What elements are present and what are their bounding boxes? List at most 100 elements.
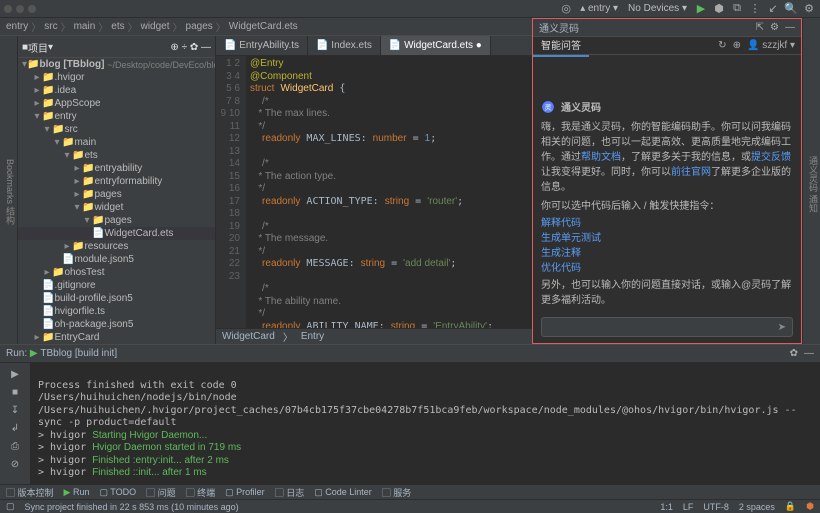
assistant-brand: 灵 通义灵码	[541, 99, 793, 114]
run-label: Run:	[6, 348, 27, 359]
tree-node[interactable]: ▸📁 .idea	[18, 84, 215, 97]
status-bar: ▢ Sync project finished in 22 s 853 ms (…	[0, 499, 820, 513]
assistant-quick-link[interactable]: 优化代码	[541, 259, 793, 274]
editor-tab[interactable]: 📄 EntryAbility.ts	[216, 36, 308, 55]
readonly-icon[interactable]: 🔒	[785, 501, 796, 512]
debug-icon[interactable]: ⬢	[712, 2, 726, 16]
toolstrip-item[interactable]: ▢ 问题	[146, 486, 176, 499]
line-ending[interactable]: LF	[683, 502, 694, 512]
sync-icon: ▢	[6, 501, 15, 512]
device-selector[interactable]: No Devices ▾	[625, 2, 690, 15]
tree-node[interactable]: 📄 oh-package.json5	[18, 318, 215, 331]
tree-node[interactable]: ▾📁 src	[18, 123, 215, 136]
bottom-toolstrip: ▢ 版本控制 ▶ Run ▢ TODO ▢ 问题 ▢ 终端 ▢ Profiler ▢ 日志 ▢…	[0, 484, 820, 499]
run-settings-icon[interactable]: ✿	[790, 348, 798, 359]
crumb[interactable]: widget	[141, 21, 170, 32]
toolstrip-item[interactable]: ▶ Run	[64, 487, 90, 498]
run-output[interactable]: Process finished with exit code 0 /Users…	[30, 363, 820, 484]
caret-position[interactable]: 1:1	[660, 502, 673, 512]
new-chat-icon[interactable]: ⊕	[733, 40, 741, 51]
minimize-icon[interactable]: —	[785, 22, 795, 33]
indent[interactable]: 2 spaces	[739, 502, 775, 512]
rerun-icon[interactable]: ▶	[8, 367, 22, 381]
toolstrip-item[interactable]: ▢ 日志	[275, 486, 305, 499]
assistant-body: 灵 通义灵码 嗨，我是通义灵码，你的智能编码助手。你可以问我编码相关的问题，也可…	[533, 55, 801, 311]
tree-node[interactable]: ▸📁 entryformability	[18, 175, 215, 188]
encoding[interactable]: UTF-8	[703, 502, 729, 512]
crumb[interactable]: pages	[186, 21, 213, 32]
tree-node[interactable]: ▸📁 entryability	[18, 162, 215, 175]
tree-node[interactable]: ▾📁 pages	[18, 214, 215, 227]
tree-node[interactable]: ▸📁 pages	[18, 188, 215, 201]
wrap-icon[interactable]: ↲	[8, 421, 22, 435]
send-icon[interactable]: ➤	[778, 322, 786, 333]
assistant-tab-chat[interactable]: 智能问答	[533, 34, 589, 57]
tree-node[interactable]: ▸📁 AppScope	[18, 97, 215, 110]
brand-icon: 灵	[541, 100, 555, 114]
crumb[interactable]: WidgetCard.ets	[229, 21, 298, 32]
tree-node[interactable]: ▾📁 ets	[18, 149, 215, 162]
tree-node[interactable]: ▸📁 .hvigor	[18, 71, 215, 84]
tree-node[interactable]: 📄 WidgetCard.ets	[18, 227, 215, 240]
toolstrip-item[interactable]: ▢ Code Linter	[314, 487, 372, 498]
feedback-link[interactable]: 提交反馈	[751, 152, 791, 163]
vcs-icon[interactable]: ↙	[766, 2, 780, 16]
right-gutter[interactable]: 通义灵码 通知	[802, 18, 820, 344]
scroll-icon[interactable]: ↧	[8, 403, 22, 417]
window-controls[interactable]	[4, 5, 36, 13]
notif-icon[interactable]: ⬢	[806, 501, 814, 512]
print-icon[interactable]: ⎙	[8, 439, 22, 453]
assistant-footer: 另外，也可以输入你的问题直接对话，或输入@灵码了解更多福利活动。	[541, 278, 793, 308]
editor-tab[interactable]: 📄 WidgetCard.ets ●	[381, 36, 491, 55]
toolstrip-item[interactable]: ▢ 终端	[186, 486, 216, 499]
project-panel-header[interactable]: ■ 项目 ▾⊕ ÷ ✿ —	[18, 38, 215, 58]
assistant-quick-link[interactable]: 生成单元测试	[541, 229, 793, 244]
toolstrip-item[interactable]: ▢ 服务	[382, 486, 412, 499]
history-icon[interactable]: ↻	[718, 40, 726, 51]
crumb[interactable]: main	[74, 21, 96, 32]
target-icon[interactable]: ◎	[559, 2, 573, 16]
line-numbers: 1 2 3 4 5 6 7 8 9 10 11 12 13 14 15 16 1…	[216, 56, 246, 328]
profile-icon[interactable]: ⧉	[730, 2, 744, 16]
tree-node[interactable]: 📄 hvigorfile.ts	[18, 305, 215, 318]
run-hide-icon[interactable]: —	[804, 348, 814, 359]
help-link[interactable]: 帮助文档	[581, 152, 621, 163]
tree-root[interactable]: ▾📁 blog [TBblog] ~/Desktop/code/DevEco/b…	[18, 58, 215, 71]
assistant-quick-link[interactable]: 生成注释	[541, 244, 793, 259]
tree-node[interactable]: ▸📁 resources	[18, 240, 215, 253]
tree-node[interactable]: 📄 build-profile.json5	[18, 292, 215, 305]
gear-icon[interactable]: ⚙	[802, 2, 816, 16]
open-icon[interactable]: ⇱	[756, 22, 764, 33]
run-icon[interactable]: ▶	[694, 2, 708, 16]
editor-tab[interactable]: 📄 Index.ets	[308, 36, 381, 55]
search-icon[interactable]: 🔍	[784, 2, 798, 16]
toolstrip-item[interactable]: ▢ 版本控制	[6, 486, 54, 499]
assistant-quick-link[interactable]: 解释代码	[541, 214, 793, 229]
assistant-title: 通义灵码	[539, 20, 579, 35]
tree-node[interactable]: ▾📁 entry	[18, 110, 215, 123]
toolstrip-item[interactable]: ▢ Profiler	[225, 487, 265, 498]
stop-icon[interactable]: ■	[8, 385, 22, 399]
run-status-icon: ▶	[30, 348, 38, 359]
clear-icon[interactable]: ⊘	[8, 457, 22, 471]
assistant-tip: 你可以选中代码后输入 / 触发快捷指令：	[541, 199, 793, 214]
left-gutter[interactable]: Bookmarks 结构	[0, 36, 18, 344]
assistant-input[interactable]: ➤	[541, 317, 793, 337]
project-sidebar: Bookmarks 结构 ■ 项目 ▾⊕ ÷ ✿ — ▾📁 blog [TBbl…	[0, 36, 216, 344]
settings-icon[interactable]: ⚙	[770, 22, 779, 33]
crumb[interactable]: ets	[111, 21, 124, 32]
user-badge[interactable]: 👤 szzjkf ▾	[747, 40, 795, 51]
tree-node[interactable]: ▾📁 main	[18, 136, 215, 149]
site-link[interactable]: 前往官网	[671, 167, 711, 178]
more-icon[interactable]: ⋮	[748, 2, 762, 16]
tree-node[interactable]: 📄 module.json5	[18, 253, 215, 266]
crumb[interactable]: src	[44, 21, 57, 32]
crumb[interactable]: entry	[6, 21, 28, 32]
tree-node[interactable]: ▸📁 ohosTest	[18, 266, 215, 279]
toolstrip-item[interactable]: ▢ TODO	[99, 487, 136, 498]
run-config[interactable]: TBblog [build init]	[40, 348, 117, 359]
tree-node[interactable]: ▸📁 EntryCard	[18, 331, 215, 344]
tree-node[interactable]: 📄 .gitignore	[18, 279, 215, 292]
run-config-selector[interactable]: ▴ entry ▾	[577, 2, 621, 15]
tree-node[interactable]: ▾📁 widget	[18, 201, 215, 214]
